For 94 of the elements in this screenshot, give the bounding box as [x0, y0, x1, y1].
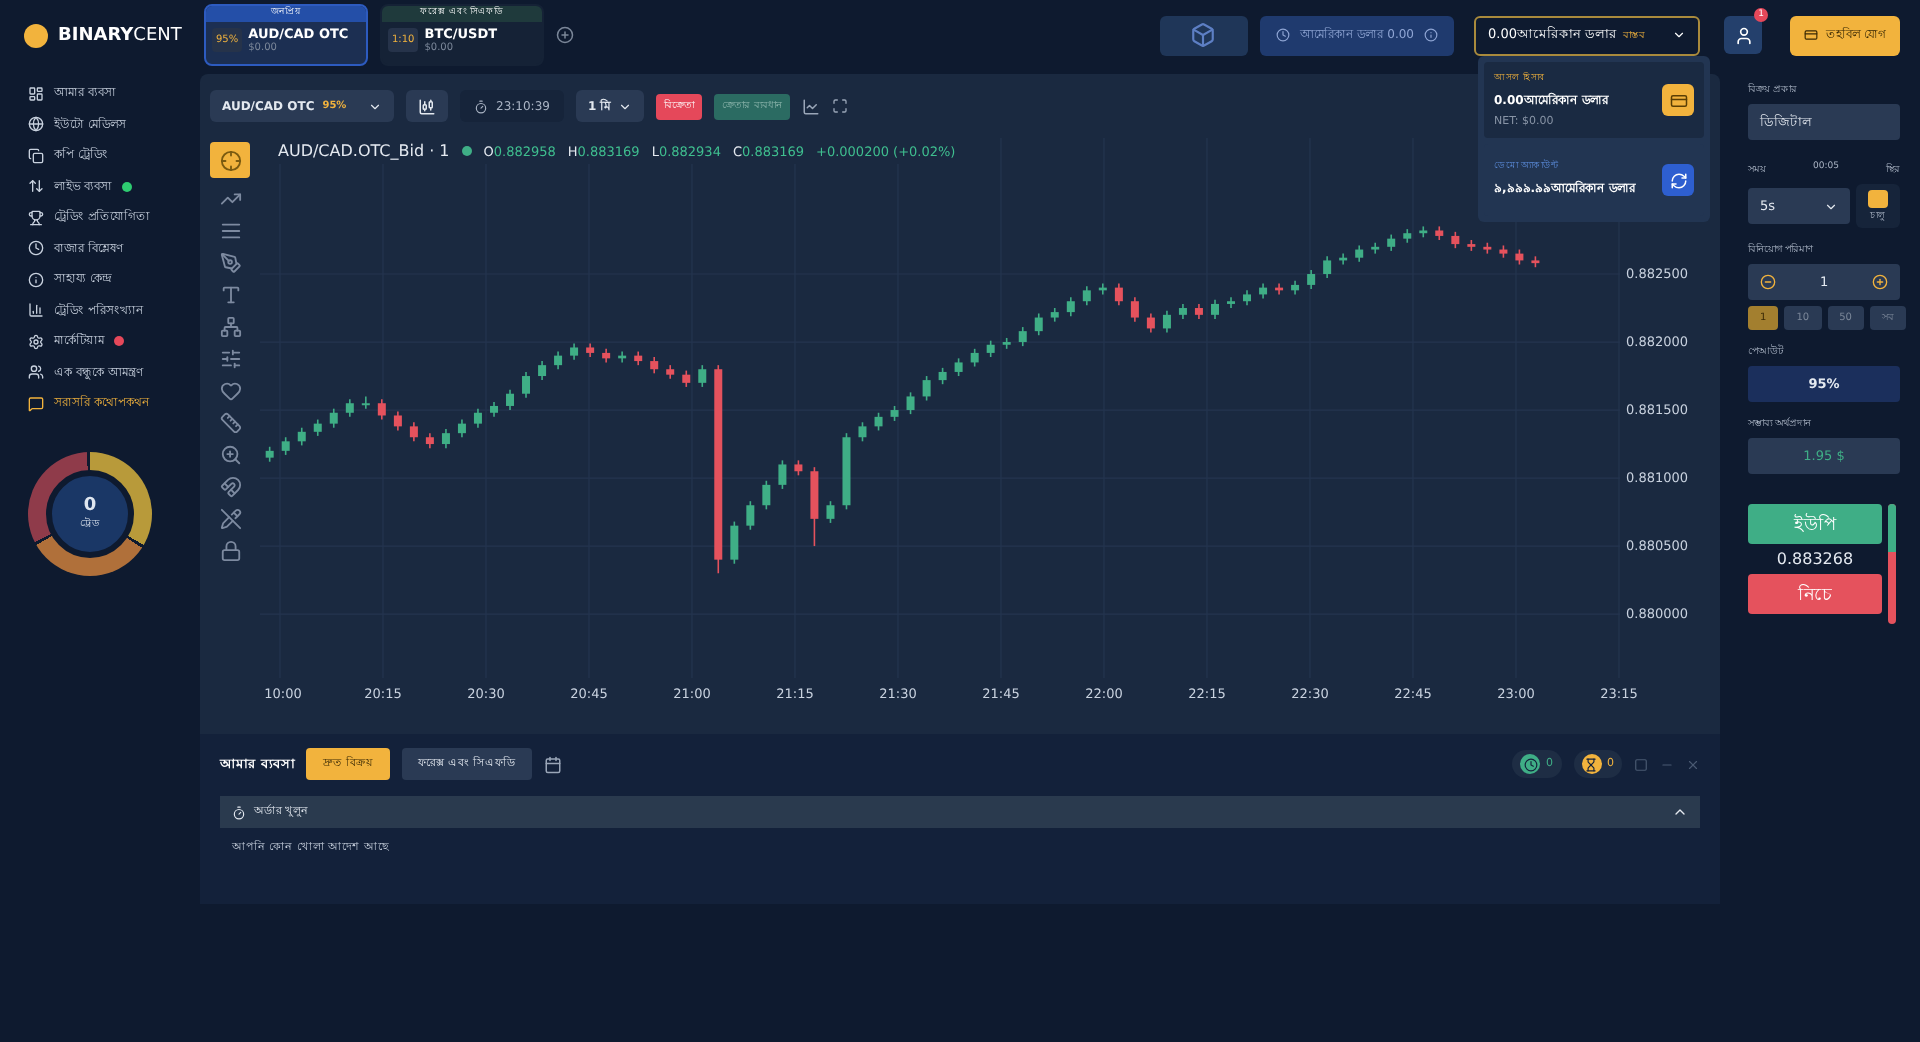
candlestick: [409, 421, 418, 443]
candlestick: [441, 428, 450, 449]
wallet-button[interactable]: [1662, 84, 1694, 116]
clock-icon: [28, 240, 44, 257]
candlestick: [1082, 285, 1091, 307]
candlestick: [329, 407, 338, 429]
gear-icon: [28, 333, 44, 350]
candlestick: [922, 375, 931, 402]
hourglass-icon: [1584, 757, 1598, 771]
user-icon: [1733, 25, 1753, 45]
card-icon: [1804, 28, 1819, 42]
candlestick: [538, 360, 547, 381]
arrows-icon: [28, 178, 44, 195]
current-price: 0.883268: [1774, 550, 1856, 568]
globe-icon: [28, 116, 44, 133]
candlestick: [1114, 282, 1123, 307]
candlestick: [906, 391, 915, 415]
chevron-up-icon: [1672, 804, 1688, 820]
trade-count: 0: [83, 495, 97, 515]
refresh-icon: [1669, 171, 1687, 189]
heart-icon[interactable]: [219, 380, 241, 402]
chart-title: AUD/CAD.OTC_Bid · 1: [278, 142, 450, 160]
candlestick: [1034, 312, 1043, 337]
lock-icon[interactable]: [219, 540, 241, 562]
indicator-icon[interactable]: [801, 97, 820, 115]
pattern-icon[interactable]: [219, 316, 241, 338]
zoom-in-icon[interactable]: [219, 444, 241, 466]
dashboard-icon: [28, 85, 44, 102]
candlestick: [1419, 225, 1428, 239]
magnet-icon[interactable]: [219, 476, 241, 498]
candlestick: [1227, 296, 1236, 309]
brand-name: BINARYCENT: [58, 25, 182, 45]
candlestick: [522, 371, 531, 399]
candlestick: [1066, 296, 1075, 317]
info-icon: [28, 271, 44, 288]
sliders-icon[interactable]: [219, 348, 241, 370]
candlestick: [826, 500, 835, 524]
candlestick: [1211, 299, 1220, 320]
candlestick: [393, 410, 402, 432]
candlestick: [858, 421, 867, 443]
lines-icon[interactable]: [219, 220, 241, 242]
text-icon[interactable]: [219, 284, 241, 306]
gift-box-button[interactable]: [1159, 15, 1248, 55]
candlestick: [1307, 269, 1316, 290]
pen-icon[interactable]: [219, 252, 241, 274]
candlestick: [698, 364, 707, 388]
plus-icon[interactable]: [1872, 274, 1889, 290]
crosshair-tool[interactable]: [210, 142, 250, 178]
candlestick: [1018, 326, 1027, 347]
clock-icon: [1523, 757, 1537, 771]
calendar-icon[interactable]: [543, 755, 562, 773]
refresh-button[interactable]: [1662, 164, 1694, 196]
timer-icon: [474, 99, 488, 113]
candlestick: [473, 407, 482, 429]
trophy-icon: [28, 209, 44, 226]
chevron-down-icon: [618, 99, 633, 113]
candlestick: [762, 479, 771, 511]
add-icon[interactable]: [556, 26, 574, 44]
candlestick: [778, 459, 787, 490]
box-icon: [1190, 22, 1217, 48]
candlestick: [810, 466, 819, 547]
candlestick: [730, 520, 739, 565]
users-icon: [28, 364, 44, 381]
candlestick: [1146, 312, 1155, 334]
candles-icon: [418, 97, 436, 115]
minus-icon[interactable]: [1760, 274, 1776, 290]
clock-icon: [1275, 28, 1290, 42]
logo-icon: [24, 23, 48, 47]
pencil-off-icon[interactable]: [219, 508, 241, 530]
close-icon[interactable]: [1686, 757, 1700, 771]
live-dot-icon: [461, 146, 472, 156]
candlestick: [1371, 241, 1380, 255]
chevron-down-icon: [1672, 28, 1686, 42]
candlestick: [377, 398, 386, 421]
candlestick: [1162, 309, 1171, 334]
down-button[interactable]: নিচে: [1748, 574, 1882, 614]
card-icon: [1669, 91, 1687, 109]
fullscreen-icon[interactable]: [831, 98, 848, 114]
candlestick: [746, 500, 755, 531]
trend-line-icon[interactable]: [219, 188, 241, 210]
chart-type-button[interactable]: [406, 90, 448, 122]
timer-icon: [232, 805, 246, 819]
bar-chart-icon: [28, 302, 44, 319]
chat-icon: [28, 395, 44, 412]
ruler-icon[interactable]: [219, 412, 241, 434]
info-icon: [1424, 28, 1438, 42]
crosshair-icon: [219, 149, 241, 171]
candlestick: [506, 388, 515, 411]
candlestick: [1323, 255, 1332, 279]
copy-icon: [28, 147, 44, 164]
candlestick: [1130, 296, 1139, 323]
chevron-down-icon: [368, 99, 382, 113]
candlestick: [361, 395, 370, 410]
chevron-down-icon: [1824, 199, 1838, 213]
